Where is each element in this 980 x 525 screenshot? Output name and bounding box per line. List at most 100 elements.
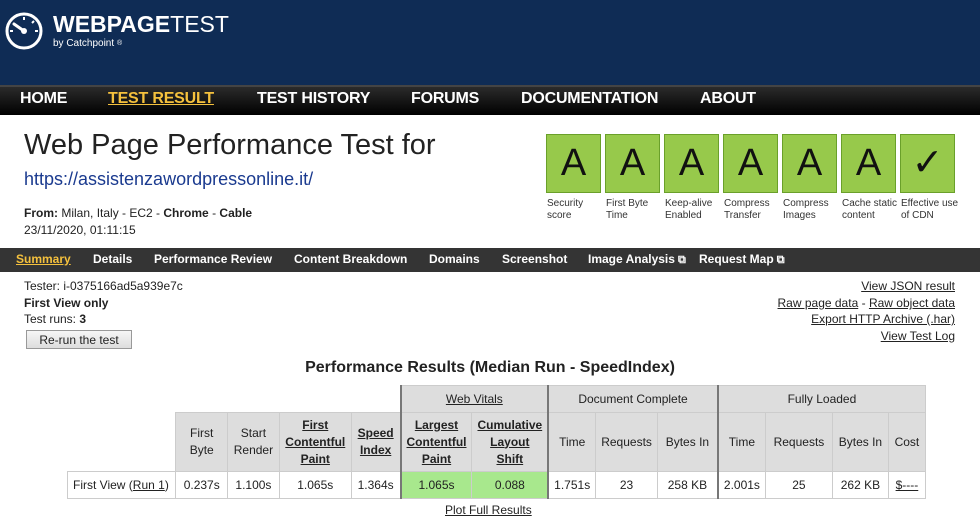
raw-data-links: Raw page data - Raw object data <box>778 296 955 310</box>
web-vitals-link[interactable]: Web Vitals <box>446 392 503 406</box>
table-row: First View (Run 1) 0.237s 1.100s 1.065s … <box>66 471 926 499</box>
cell-cost[interactable]: $---- <box>887 471 926 499</box>
link-separator: - <box>861 296 866 310</box>
test-runs-value: 3 <box>79 312 87 326</box>
from-location: Milan, Italy - EC2 - <box>61 206 161 220</box>
grade-box[interactable]: A <box>664 134 719 193</box>
from-label: From: <box>24 206 58 220</box>
grade-box[interactable]: A <box>546 134 601 193</box>
grade-box[interactable]: A <box>841 134 896 193</box>
row-label-end: ) <box>164 478 169 492</box>
tab-image-analysis-label: Image Analysis <box>588 252 675 266</box>
speedometer-icon <box>5 12 43 50</box>
connection-type: Cable <box>219 206 253 220</box>
logo-text-bold: WEBPAGE <box>53 11 171 37</box>
tab-details[interactable]: Details <box>93 252 132 266</box>
speed-index-link[interactable]: Speed Index <box>358 426 394 457</box>
grade-box[interactable]: A <box>605 134 660 193</box>
col-speed-index[interactable]: Speed Index <box>350 412 402 472</box>
lcp-link[interactable]: Largest Contentful Paint <box>407 418 467 466</box>
col-doc-bytes: Bytes In <box>656 412 719 472</box>
cell-full-time: 2.001s <box>716 471 766 499</box>
col-fcp[interactable]: First Contentful Paint <box>278 412 352 472</box>
test-runs: Test runs: 3 <box>24 312 86 326</box>
run-1-link[interactable]: Run 1 <box>133 478 165 492</box>
col-start-render: Start Render <box>227 412 280 472</box>
export-har-link[interactable]: Export HTTP Archive (.har) <box>811 312 955 326</box>
cls-link[interactable]: Cumulative Layout Shift <box>477 418 542 466</box>
cell-lcp: 1.065s <box>399 471 473 499</box>
nav-about[interactable]: ABOUT <box>700 90 756 108</box>
connection-separator: - <box>212 206 217 220</box>
tab-domains[interactable]: Domains <box>429 252 480 266</box>
col-doc-requests: Requests <box>595 412 658 472</box>
logo-subtitle: by Catchpoint <box>53 38 115 49</box>
view-mode: First View only <box>24 296 109 310</box>
cell-fcp: 1.065s <box>278 471 352 499</box>
tab-performance-review[interactable]: Performance Review <box>154 252 272 266</box>
tester-id: Tester: i-0375166ad5a939e7c <box>24 279 183 293</box>
view-json-link[interactable]: View JSON result <box>861 279 955 293</box>
test-date: 23/11/2020, 01:11:15 <box>24 223 136 237</box>
cell-start-render: 1.100s <box>227 471 280 499</box>
col-first-byte: First Byte <box>175 412 229 472</box>
logo-text-thin: TEST <box>170 11 229 37</box>
test-runs-label: Test runs: <box>24 312 77 326</box>
checkmark-icon[interactable]: ✓ <box>900 134 955 193</box>
performance-results-table: Web Vitals Document Complete Fully Loade… <box>66 385 926 499</box>
web-vitals-header[interactable]: Web Vitals <box>399 385 549 413</box>
grade-label: Compress Images <box>783 198 829 221</box>
nav-documentation[interactable]: DOCUMENTATION <box>521 90 658 108</box>
test-location: From: Milan, Italy - EC2 - Chrome - Cabl… <box>24 206 252 220</box>
logo[interactable]: WEBPAGETEST by Catchpoint ® <box>4 11 229 51</box>
external-link-icon: ⧉ <box>674 254 686 266</box>
grade-label: Cache static content <box>842 198 898 221</box>
external-link-icon: ⧉ <box>773 254 785 266</box>
tab-content-breakdown[interactable]: Content Breakdown <box>294 252 407 266</box>
grade-box[interactable]: A <box>723 134 778 193</box>
view-test-log-link[interactable]: View Test Log <box>881 329 955 343</box>
col-full-requests: Requests <box>764 412 833 472</box>
fcp-link[interactable]: First Contentful Paint <box>285 418 345 466</box>
raw-page-data-link[interactable]: Raw page data <box>778 296 859 310</box>
grade-box[interactable]: A <box>782 134 837 193</box>
result-tabs: Summary Details Performance Review Conte… <box>0 248 980 272</box>
tab-screenshot[interactable]: Screenshot <box>502 252 567 266</box>
cell-full-requests: 25 <box>764 471 833 499</box>
nav-home[interactable]: HOME <box>20 90 67 108</box>
cell-doc-requests: 23 <box>595 471 658 499</box>
plot-full-results-link[interactable]: Plot Full Results <box>445 503 532 517</box>
cost-link[interactable]: $---- <box>896 478 919 492</box>
rerun-test-button[interactable]: Re-run the test <box>26 330 132 349</box>
main-nav: HOME TEST RESULT TEST HISTORY FORUMS DOC… <box>0 85 980 115</box>
cell-speed-index: 1.364s <box>350 471 402 499</box>
cell-full-bytes: 262 KB <box>831 471 889 499</box>
tab-request-map[interactable]: Request Map ⧉ <box>699 252 785 267</box>
performance-results-title: Performance Results (Median Run - SpeedI… <box>305 359 675 376</box>
tab-image-analysis[interactable]: Image Analysis ⧉ <box>588 252 686 267</box>
nav-test-result[interactable]: TEST RESULT <box>108 90 214 108</box>
col-full-bytes: Bytes In <box>831 412 889 472</box>
cell-doc-bytes: 258 KB <box>656 471 719 499</box>
grade-label: Security score <box>547 198 584 221</box>
registered-mark: ® <box>116 40 123 47</box>
row-label-text: First View ( <box>73 478 133 492</box>
col-cost: Cost <box>887 412 926 472</box>
raw-object-data-link[interactable]: Raw object data <box>869 296 955 310</box>
grade-label: Effective use of CDN <box>901 198 959 221</box>
document-complete-header: Document Complete <box>547 385 719 413</box>
cell-first-byte: 0.237s <box>175 471 229 499</box>
nav-test-history[interactable]: TEST HISTORY <box>257 90 370 108</box>
tab-summary[interactable]: Summary <box>16 252 71 266</box>
cell-cls: 0.088 <box>471 471 549 499</box>
col-lcp[interactable]: Largest Contentful Paint <box>399 412 473 472</box>
grade-label: Keep-alive Enabled <box>665 198 713 221</box>
grade-label: First Byte Time <box>606 198 649 221</box>
tested-url-link[interactable]: https://assistenzawordpressonline.it/ <box>24 169 313 190</box>
fully-loaded-header: Fully Loaded <box>716 385 926 413</box>
page-title: Web Page Performance Test for <box>24 129 436 161</box>
col-cls[interactable]: Cumulative Layout Shift <box>471 412 549 472</box>
cell-doc-time: 1.751s <box>547 471 597 499</box>
nav-forums[interactable]: FORUMS <box>411 90 479 108</box>
browser-name: Chrome <box>163 206 209 220</box>
